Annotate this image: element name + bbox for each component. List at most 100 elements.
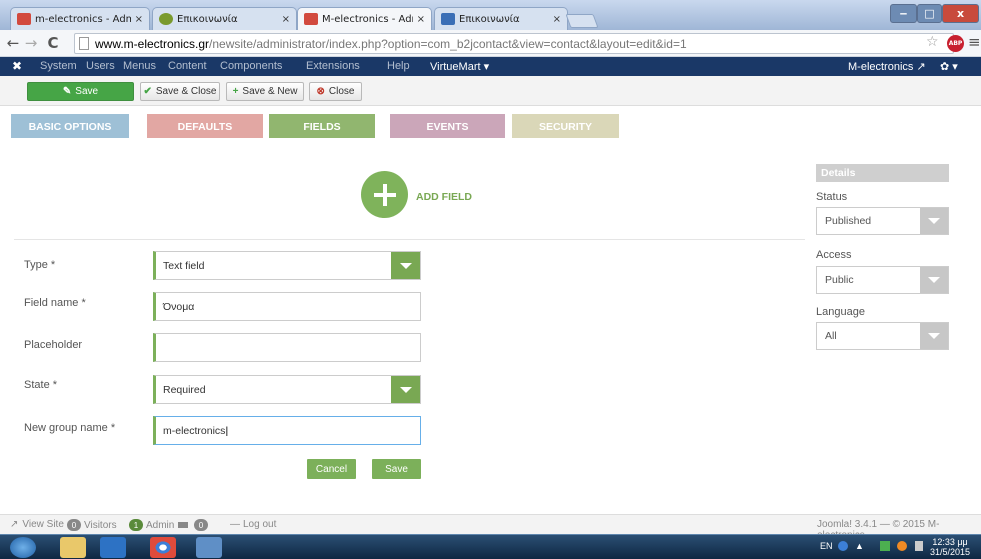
action-toolbar: ✎ Save ✔ Save & Close + Save & New ⊗ Close	[0, 76, 981, 106]
volume-tray-icon[interactable]	[915, 541, 923, 551]
admin-counter[interactable]: 1 Admin	[126, 519, 174, 531]
status-label: Status	[816, 191, 848, 203]
joomla-logo-icon[interactable]: ✖	[12, 59, 22, 73]
adblock-icon[interactable]: ABP	[947, 35, 964, 52]
check-icon: ✔	[143, 86, 152, 97]
nav-item-content[interactable]: Content	[168, 60, 207, 72]
save-new-button[interactable]: + Save & New	[226, 82, 304, 101]
tab-close-icon[interactable]: ×	[282, 14, 290, 25]
tab-close-icon[interactable]: ×	[553, 14, 561, 25]
dropdown-arrow-icon	[391, 376, 420, 403]
start-button-icon[interactable]	[10, 537, 36, 558]
type-label: Type *	[24, 259, 56, 271]
visitors-badge: 0	[67, 519, 81, 531]
tab-basic-options[interactable]: BASIC OPTIONS	[11, 114, 129, 138]
type-select[interactable]: Text field	[153, 251, 421, 280]
window-close-button[interactable]: x	[942, 4, 979, 23]
clock-time: 12:33 μμ	[932, 537, 968, 547]
browser-tab-2[interactable]: Επικοινωνία ×	[152, 7, 297, 30]
window-minimize-button[interactable]: ‒	[890, 4, 917, 23]
language-value: All	[825, 330, 837, 342]
new-group-label: New group name *	[24, 422, 116, 434]
visitors-counter[interactable]: 0 Visitors	[64, 519, 117, 531]
tab-fields[interactable]: FIELDS	[269, 114, 375, 138]
settings-gear-icon[interactable]: ✿ ▾	[940, 60, 958, 73]
tray-expand-icon[interactable]: ▲	[855, 541, 864, 551]
tab-defaults[interactable]: DEFAULTS	[147, 114, 263, 138]
file-explorer-icon[interactable]	[60, 537, 86, 558]
save-button[interactable]: ✎ Save	[27, 82, 134, 101]
nav-item-extensions[interactable]: Extensions	[306, 60, 360, 72]
clock[interactable]: 12:33 μμ 31/5/2015	[930, 537, 970, 557]
logout-label: Log out	[243, 519, 277, 530]
placeholder-input[interactable]	[153, 333, 421, 362]
save-label: Save	[75, 86, 99, 97]
add-field-label[interactable]: ADD FIELD	[416, 191, 472, 203]
tab-title: M-electronics - Administr	[322, 13, 413, 25]
save-close-button[interactable]: ✔ Save & Close	[140, 82, 220, 101]
windows-taskbar: EN ▲ 12:33 μμ 31/5/2015	[0, 534, 981, 559]
access-select[interactable]: Public	[816, 266, 949, 294]
plus-icon: +	[232, 86, 239, 97]
close-button[interactable]: ⊗ Close	[309, 82, 362, 101]
browser-tab-strip: m-electronics - Administr × Επικοινωνία …	[0, 0, 981, 30]
nav-item-menus[interactable]: Menus	[123, 60, 156, 72]
plus-icon	[373, 183, 396, 206]
help-tray-icon[interactable]	[838, 541, 848, 551]
bookmark-star-icon[interactable]: ☆	[926, 34, 939, 50]
cancel-button[interactable]: Cancel	[307, 459, 356, 479]
browser-tab-4[interactable]: Επικοινωνία ×	[434, 7, 568, 30]
window-maximize-button[interactable]: □	[917, 4, 942, 23]
language-select[interactable]: All	[816, 322, 949, 350]
media-player-icon[interactable]	[100, 537, 126, 558]
nav-item-components[interactable]: Components	[220, 60, 282, 72]
forward-button[interactable]: →	[22, 33, 40, 53]
new-tab-button[interactable]	[565, 14, 599, 28]
tab-title: Επικοινωνία	[177, 13, 238, 25]
language-label: Language	[816, 306, 865, 318]
tab-events[interactable]: EVENTS	[390, 114, 505, 138]
browser-tab-1[interactable]: m-electronics - Administr ×	[10, 7, 150, 30]
network-tray-icon[interactable]	[880, 541, 890, 551]
joomla-favicon-icon	[17, 13, 31, 25]
back-button[interactable]: ←	[4, 33, 22, 53]
state-select[interactable]: Required	[153, 375, 421, 404]
nav-item-virtuemart[interactable]: VirtueMart ▾	[430, 60, 489, 73]
save-icon: ✎	[62, 86, 72, 97]
site-favicon-icon	[159, 13, 173, 25]
divider	[14, 239, 805, 240]
dropdown-arrow-icon	[920, 267, 948, 293]
browser-menu-icon[interactable]: ≡	[968, 33, 981, 51]
nav-item-help[interactable]: Help	[387, 60, 410, 72]
view-site-link[interactable]: ↗ View Site	[10, 519, 64, 530]
tab-security[interactable]: SECURITY	[512, 114, 619, 138]
browser-toolbar: ← → C www.m-electronics.gr/newsite/admin…	[0, 30, 981, 57]
tab-close-icon[interactable]: ×	[135, 14, 143, 25]
logout-link[interactable]: — Log out	[230, 519, 276, 530]
tab-close-icon[interactable]: ×	[417, 14, 425, 25]
nav-item-users[interactable]: Users	[86, 60, 115, 72]
new-group-value: m-electronics	[163, 424, 226, 437]
language-indicator[interactable]: EN	[820, 541, 833, 551]
field-name-input[interactable]: Όνομα	[153, 292, 421, 321]
paint-icon[interactable]	[196, 537, 222, 558]
chrome-icon[interactable]	[150, 537, 176, 558]
add-field-button[interactable]	[361, 171, 408, 218]
site-link[interactable]: M-electronics ↗	[848, 60, 926, 73]
status-select[interactable]: Published	[816, 207, 949, 235]
close-circle-icon: ⊗	[316, 86, 325, 97]
dropdown-arrow-icon	[920, 208, 948, 234]
form-save-button[interactable]: Save	[372, 459, 421, 479]
site-favicon-icon	[441, 13, 455, 25]
admin-navbar: ✖ System Users Menus Content Components …	[0, 57, 981, 76]
nav-item-system[interactable]: System	[40, 60, 77, 72]
placeholder-label: Placeholder	[24, 339, 83, 351]
browser-tab-3-active[interactable]: M-electronics - Administr ×	[297, 7, 432, 30]
new-group-input[interactable]: m-electronics |	[153, 416, 421, 445]
reload-button[interactable]: C	[44, 33, 62, 53]
address-bar[interactable]: www.m-electronics.gr/newsite/administrat…	[74, 33, 954, 54]
status-value: Published	[825, 215, 872, 227]
app-tray-icon[interactable]	[897, 541, 907, 551]
field-name-label: Field name *	[24, 297, 86, 309]
messages-counter[interactable]: 0	[178, 519, 211, 531]
